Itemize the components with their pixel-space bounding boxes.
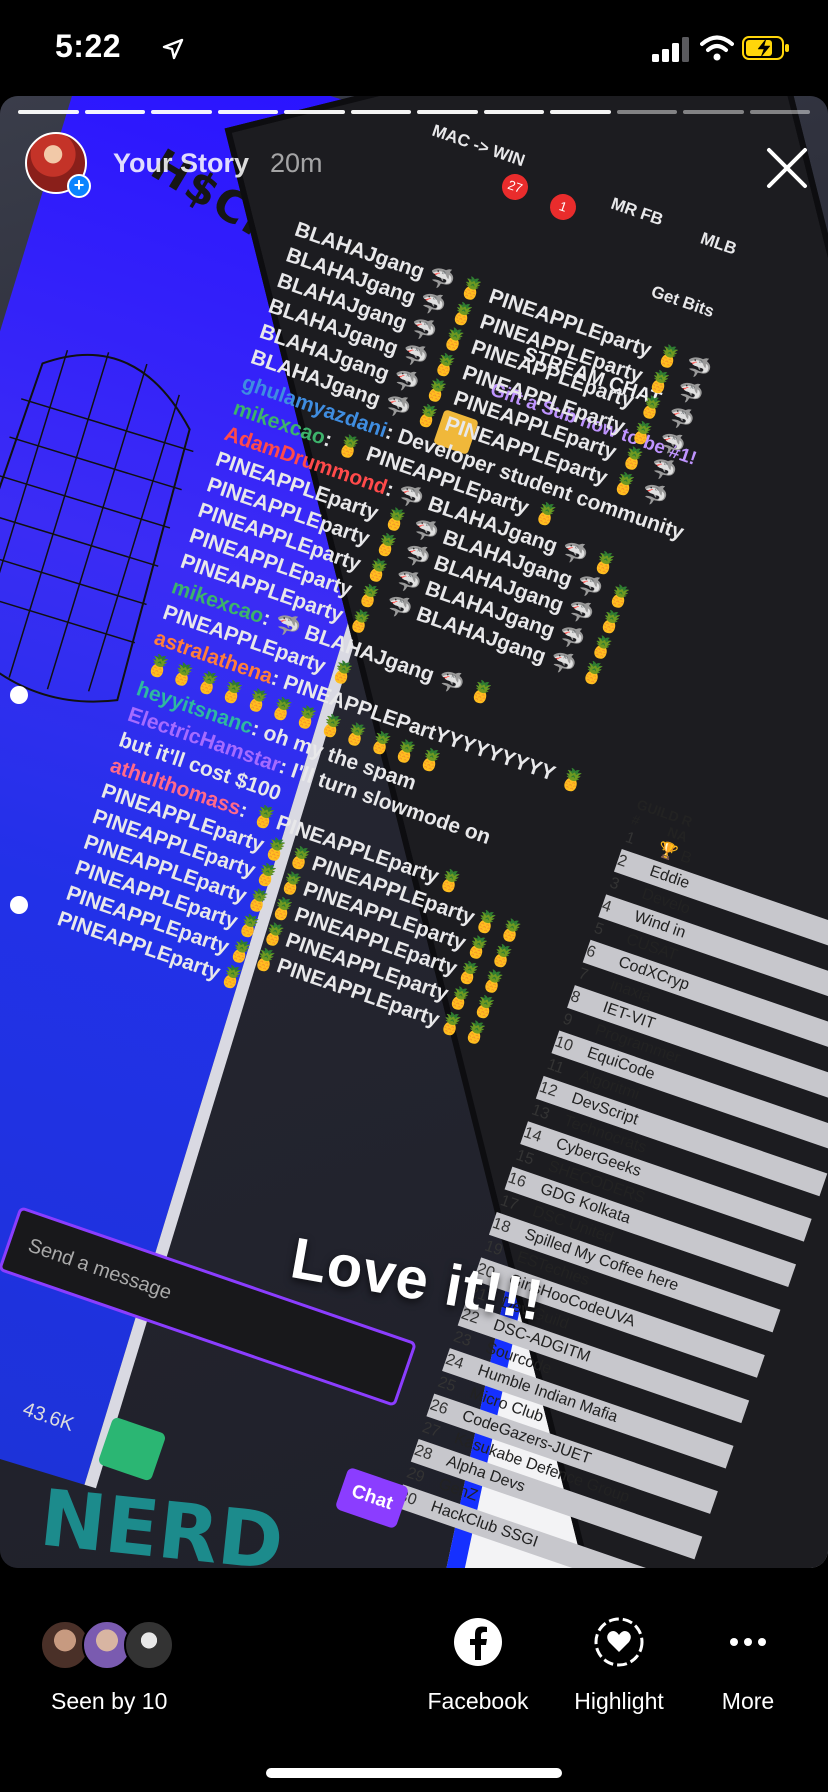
more-dots-icon [730,1638,766,1646]
highlight-heart-icon [594,1617,644,1667]
poster-dot [10,896,28,914]
story-age: 20m [270,148,323,178]
highlight-button[interactable]: Highlight [559,1616,679,1715]
poster-dot [10,686,28,704]
highlight-label: Highlight [574,1688,664,1714]
story-frame[interactable]: H$CK DAY MAC -> WIN MR FB MLB Get Bits 2… [0,96,828,1568]
more-label: More [721,1688,775,1714]
facebook-label: Facebook [427,1688,529,1714]
wifi-icon [700,35,734,61]
home-indicator[interactable] [266,1768,562,1778]
story-bottom-bar: Seen by 10 Facebook Highlight More [0,1568,828,1792]
battery-charging-icon [742,36,789,60]
viewers-avatars[interactable] [40,1620,190,1670]
status-time: 5:22 [55,28,122,64]
story-username[interactable]: Your Story [113,148,249,179]
story-progress-bar [18,110,810,114]
facebook-icon [454,1618,502,1666]
location-arrow-icon [162,38,184,60]
close-icon[interactable] [763,144,811,192]
add-story-plus-icon[interactable]: + [67,174,91,198]
cellular-signal-icon [652,37,689,62]
facebook-share-button[interactable]: Facebook [418,1616,538,1715]
seen-by-label[interactable]: Seen by 10 [51,1688,167,1715]
avatar [124,1620,174,1670]
more-button[interactable]: More [688,1616,808,1715]
status-bar: 5:22 [0,0,828,96]
